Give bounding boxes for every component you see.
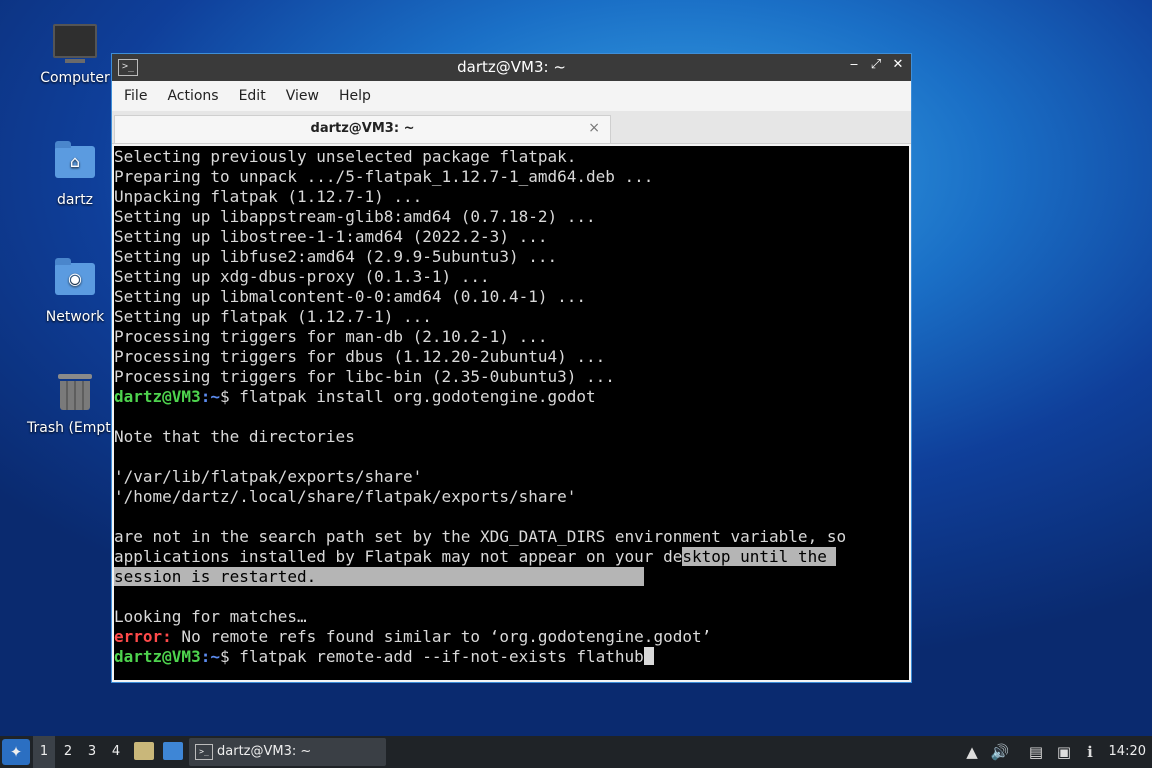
prompt-line: dartz@VM3:~$ flatpak install org.godoten… bbox=[114, 387, 909, 407]
window-title: dartz@VM3: ~ bbox=[457, 58, 566, 76]
error-label: error: bbox=[114, 627, 172, 646]
desktop-icon-home[interactable]: ⌂ dartz bbox=[27, 140, 123, 208]
menubar: File Actions Edit View Help bbox=[112, 81, 911, 111]
tab-terminal[interactable]: dartz@VM3: ~ × bbox=[114, 115, 611, 143]
home-folder-icon: ⌂ bbox=[53, 141, 97, 186]
prompt-symbol: $ bbox=[219, 647, 240, 666]
output-line: Processing triggers for libc-bin (2.35-0… bbox=[114, 367, 615, 386]
output-line: Setting up libmalcontent-0-0:amd64 (0.10… bbox=[114, 287, 587, 306]
window-titlebar[interactable]: >_ dartz@VM3: ~ ‒ ⤢ ✕ bbox=[112, 54, 911, 81]
output-line: Setting up flatpak (1.12.7-1) ... bbox=[114, 307, 432, 326]
output-line: session is restarted. bbox=[114, 567, 909, 587]
desktop-icon-computer[interactable]: Computer bbox=[27, 24, 123, 86]
prompt-line: dartz@VM3:~$ flatpak remote-add --if-not… bbox=[114, 647, 909, 667]
desktop-icon-label: Network bbox=[45, 309, 105, 325]
command-input[interactable]: flatpak remote-add --if-not-exists flath… bbox=[239, 647, 644, 666]
output-line: Selecting previously unselected package … bbox=[114, 147, 577, 166]
file-manager-icon[interactable] bbox=[134, 742, 154, 760]
command-text: flatpak install org.godotengine.godot bbox=[239, 387, 596, 406]
desktop-icon-label: Trash (Empty) bbox=[27, 420, 125, 436]
taskbar-item-terminal[interactable]: >_ dartz@VM3: ~ bbox=[189, 738, 386, 766]
clock[interactable]: 14:20 bbox=[1109, 744, 1146, 759]
workspace-4[interactable]: 4 bbox=[105, 736, 127, 768]
prompt-path: :~ bbox=[200, 647, 220, 666]
minimize-icon[interactable]: ‒ bbox=[847, 57, 861, 72]
notification-icon[interactable]: ℹ bbox=[1080, 742, 1100, 762]
prompt-user: dartz@VM3 bbox=[114, 387, 201, 406]
output-line: Processing triggers for man-db (2.10.2-1… bbox=[114, 327, 548, 346]
tab-close-icon[interactable]: × bbox=[588, 120, 600, 136]
output-line: Looking for matches… bbox=[114, 607, 307, 626]
show-desktop-icon[interactable] bbox=[163, 742, 183, 760]
network-folder-icon: ◉ bbox=[53, 258, 97, 303]
clipboard-icon[interactable]: ▤ bbox=[1026, 742, 1046, 762]
output-line: '/var/lib/flatpak/exports/share' bbox=[114, 467, 423, 486]
volume-icon[interactable]: 🔊 bbox=[990, 742, 1010, 762]
workspace-3[interactable]: 3 bbox=[81, 736, 103, 768]
terminal-output[interactable]: Selecting previously unselected package … bbox=[114, 146, 909, 680]
output-line: Setting up libfuse2:amd64 (2.9.9-5ubuntu… bbox=[114, 247, 558, 266]
desktop-icon-trash[interactable]: Trash (Empty) bbox=[27, 374, 125, 436]
text-cursor bbox=[643, 647, 654, 665]
selected-text: session is restarted. bbox=[114, 567, 644, 586]
output-line: are not in the search path set by the XD… bbox=[114, 527, 847, 546]
computer-icon bbox=[53, 24, 97, 64]
output-text: applications installed by Flatpak may no… bbox=[114, 547, 683, 566]
selected-text: sktop until the bbox=[682, 547, 837, 566]
prompt-symbol: $ bbox=[219, 387, 240, 406]
output-line: '/home/dartz/.local/share/flatpak/export… bbox=[114, 487, 577, 506]
desktop-icon-network[interactable]: ◉ Network bbox=[27, 257, 123, 325]
workspace-2[interactable]: 2 bbox=[57, 736, 79, 768]
trash-icon bbox=[53, 374, 97, 414]
menu-view[interactable]: View bbox=[278, 88, 327, 104]
menu-edit[interactable]: Edit bbox=[231, 88, 274, 104]
menu-help[interactable]: Help bbox=[331, 88, 379, 104]
output-line: Setting up xdg-dbus-proxy (0.1.3-1) ... bbox=[114, 267, 490, 286]
error-line: error: No remote refs found similar to ‘… bbox=[114, 627, 909, 647]
output-line: Preparing to unpack .../5-flatpak_1.12.7… bbox=[114, 167, 654, 186]
error-text: No remote refs found similar to ‘org.god… bbox=[171, 627, 712, 646]
prompt-path: :~ bbox=[200, 387, 220, 406]
maximize-icon[interactable]: ⤢ bbox=[869, 57, 883, 72]
desktop-icon-label: Computer bbox=[40, 70, 110, 86]
output-line: applications installed by Flatpak may no… bbox=[114, 547, 909, 567]
menu-actions[interactable]: Actions bbox=[159, 88, 226, 104]
tray-arrow-icon[interactable]: ▲ bbox=[962, 742, 982, 762]
menu-file[interactable]: File bbox=[116, 88, 155, 104]
output-line: Setting up libappstream-glib8:amd64 (0.7… bbox=[114, 207, 596, 226]
output-line: Unpacking flatpak (1.12.7-1) ... bbox=[114, 187, 423, 206]
tab-label: dartz@VM3: ~ bbox=[310, 121, 415, 136]
taskbar: ✦ 1 2 3 4 >_ dartz@VM3: ~ ▲ 🔊 ▤ ▣ ℹ 14:2… bbox=[0, 736, 1152, 768]
terminal-icon: >_ bbox=[195, 744, 213, 760]
tab-strip: dartz@VM3: ~ × bbox=[112, 111, 911, 144]
desktop-icon-label: dartz bbox=[56, 192, 94, 208]
output-line: Setting up libostree-1-1:amd64 (2022.2-3… bbox=[114, 227, 548, 246]
workspace-1[interactable]: 1 bbox=[33, 736, 55, 768]
output-line: Note that the directories bbox=[114, 427, 355, 446]
prompt-user: dartz@VM3 bbox=[114, 647, 201, 666]
terminal-window: >_ dartz@VM3: ~ ‒ ⤢ ✕ File Actions Edit … bbox=[111, 53, 912, 683]
close-icon[interactable]: ✕ bbox=[891, 57, 905, 72]
output-line: Processing triggers for dbus (1.12.20-2u… bbox=[114, 347, 606, 366]
network-icon[interactable]: ▣ bbox=[1054, 742, 1074, 762]
start-menu-icon[interactable]: ✦ bbox=[2, 739, 30, 765]
taskbar-item-label: dartz@VM3: ~ bbox=[217, 744, 312, 759]
